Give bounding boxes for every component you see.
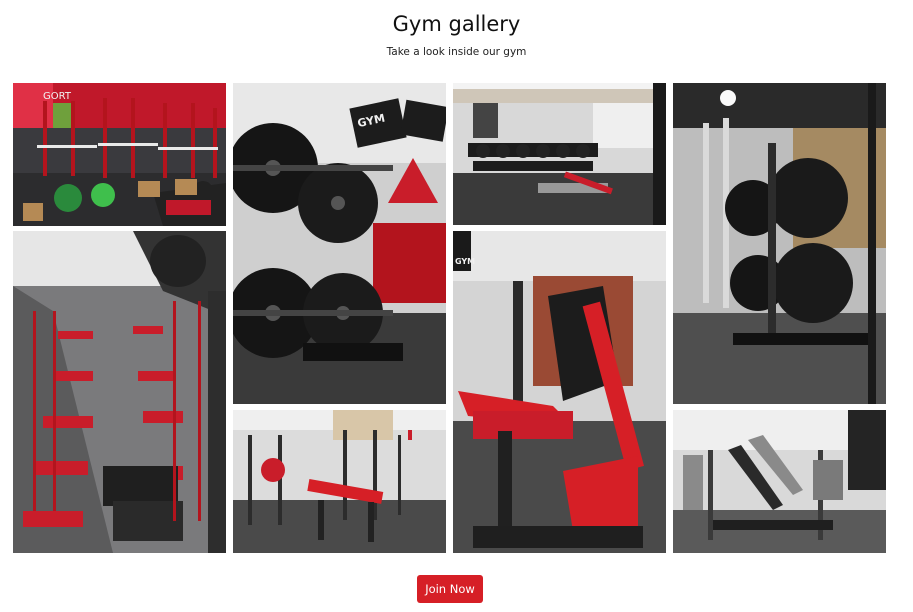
page-title: Gym gallery — [392, 12, 521, 36]
gallery-photo-plate-tree[interactable] — [673, 83, 886, 404]
gallery-photo-dumbbells[interactable] — [453, 83, 666, 225]
wall-sign-text: GORT — [43, 91, 72, 102]
gallery-photo-aerial[interactable] — [13, 231, 226, 553]
page-subtitle: Take a look inside our gym — [386, 46, 527, 58]
gallery-photo-leg-press[interactable]: GYM — [453, 231, 666, 553]
gallery-photo-racks[interactable]: GORT — [13, 83, 226, 226]
gallery-photo-plates[interactable]: GYM — [233, 83, 446, 404]
wall-sign-text: GYM — [455, 257, 475, 266]
gallery-photo-bench[interactable] — [233, 410, 446, 553]
join-now-button[interactable]: Join Now — [417, 575, 483, 603]
gallery-photo-machine[interactable] — [673, 410, 886, 553]
